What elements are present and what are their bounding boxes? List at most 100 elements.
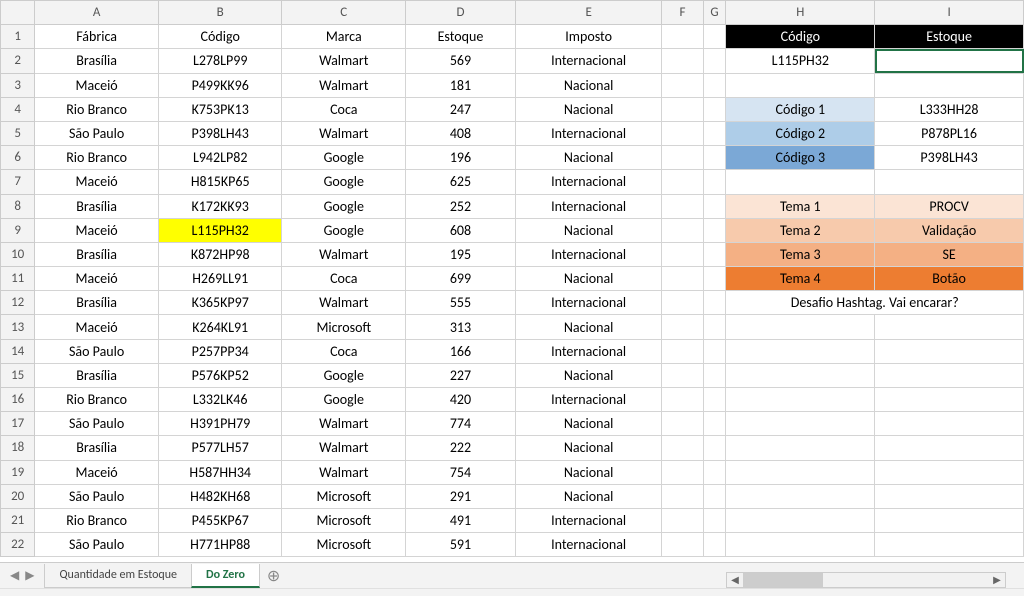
cell-H3[interactable] (726, 73, 875, 97)
cell-G21[interactable] (703, 508, 726, 532)
cell-A16[interactable]: Rio Branco (35, 388, 159, 412)
cell-D6[interactable]: 196 (406, 146, 516, 170)
cell-G16[interactable] (703, 388, 726, 412)
cell-G14[interactable] (703, 339, 726, 363)
cell-E5[interactable]: Internacional (515, 121, 661, 145)
select-all-corner[interactable] (1, 1, 35, 25)
cell-G5[interactable] (703, 121, 726, 145)
cell-E1[interactable]: Imposto (515, 25, 661, 49)
cell-I18[interactable] (875, 436, 1024, 460)
cell-A11[interactable]: Maceió (35, 267, 159, 291)
row-header-17[interactable]: 17 (1, 412, 35, 436)
cell-D17[interactable]: 774 (406, 412, 516, 436)
cell-I4[interactable]: L333HH28 (875, 97, 1024, 121)
cell-D11[interactable]: 699 (406, 267, 516, 291)
cell-D13[interactable]: 313 (406, 315, 516, 339)
cell-D14[interactable]: 166 (406, 339, 516, 363)
cell-B9[interactable]: L115PH32 (158, 218, 282, 242)
cell-G7[interactable] (703, 170, 726, 194)
cell-B11[interactable]: H269LL91 (158, 267, 282, 291)
cell-F3[interactable] (662, 73, 703, 97)
cell-D2[interactable]: 569 (406, 49, 516, 73)
row-header-6[interactable]: 6 (1, 146, 35, 170)
cell-B15[interactable]: P576KP52 (158, 363, 282, 387)
cell-I14[interactable] (875, 339, 1024, 363)
row-header-14[interactable]: 14 (1, 339, 35, 363)
cell-C7[interactable]: Google (282, 170, 406, 194)
cell-G1[interactable] (703, 25, 726, 49)
cell-C13[interactable]: Microsoft (282, 315, 406, 339)
cell-F4[interactable] (662, 97, 703, 121)
cell-C12[interactable]: Walmart (282, 291, 406, 315)
cell-C3[interactable]: Walmart (282, 73, 406, 97)
cell-G13[interactable] (703, 315, 726, 339)
cell-A4[interactable]: Rio Branco (35, 97, 159, 121)
column-header-B[interactable]: B (158, 1, 282, 25)
cell-F8[interactable] (662, 194, 703, 218)
cell-C22[interactable]: Microsoft (282, 533, 406, 557)
row-header-5[interactable]: 5 (1, 121, 35, 145)
cell-G17[interactable] (703, 412, 726, 436)
cell-H14[interactable] (726, 339, 875, 363)
cell-C10[interactable]: Walmart (282, 242, 406, 266)
cell-F5[interactable] (662, 121, 703, 145)
cell-D22[interactable]: 591 (406, 533, 516, 557)
cell-A14[interactable]: São Paulo (35, 339, 159, 363)
cell-F17[interactable] (662, 412, 703, 436)
cell-H17[interactable] (726, 412, 875, 436)
cell-I1[interactable]: Estoque (875, 25, 1024, 49)
sheet-tab-1[interactable]: Do Zero (191, 564, 260, 588)
cell-A7[interactable]: Maceió (35, 170, 159, 194)
cell-B5[interactable]: P398LH43 (158, 121, 282, 145)
cell-G12[interactable] (703, 291, 726, 315)
cell-A10[interactable]: Brasília (35, 242, 159, 266)
cell-C2[interactable]: Walmart (282, 49, 406, 73)
cell-I3[interactable] (875, 73, 1024, 97)
cell-F15[interactable] (662, 363, 703, 387)
cell-A20[interactable]: São Paulo (35, 484, 159, 508)
cell-I2[interactable] (875, 49, 1024, 73)
cell-F10[interactable] (662, 242, 703, 266)
cell-F6[interactable] (662, 146, 703, 170)
cell-B3[interactable]: P499KK96 (158, 73, 282, 97)
cell-G11[interactable] (703, 267, 726, 291)
cell-E13[interactable]: Nacional (515, 315, 661, 339)
cell-F11[interactable] (662, 267, 703, 291)
cell-H12[interactable]: Desafio Hashtag. Vai encarar? (726, 291, 1024, 315)
row-header-2[interactable]: 2 (1, 49, 35, 73)
cell-E6[interactable]: Nacional (515, 146, 661, 170)
cell-G15[interactable] (703, 363, 726, 387)
cell-H9[interactable]: Tema 2 (726, 218, 875, 242)
cell-E7[interactable]: Internacional (515, 170, 661, 194)
cell-F1[interactable] (662, 25, 703, 49)
cell-D7[interactable]: 625 (406, 170, 516, 194)
cell-A6[interactable]: Rio Branco (35, 146, 159, 170)
cell-F19[interactable] (662, 460, 703, 484)
cell-I16[interactable] (875, 388, 1024, 412)
cell-I20[interactable] (875, 484, 1024, 508)
row-header-11[interactable]: 11 (1, 267, 35, 291)
scroll-right-icon[interactable]: ▶ (989, 573, 1005, 587)
cell-H16[interactable] (726, 388, 875, 412)
column-header-H[interactable]: H (726, 1, 875, 25)
cell-E12[interactable]: Internacional (515, 291, 661, 315)
cell-H18[interactable] (726, 436, 875, 460)
row-header-3[interactable]: 3 (1, 73, 35, 97)
cell-B8[interactable]: K172KK93 (158, 194, 282, 218)
cell-H7[interactable] (726, 170, 875, 194)
cell-A12[interactable]: Brasília (35, 291, 159, 315)
cell-E9[interactable]: Nacional (515, 218, 661, 242)
row-header-13[interactable]: 13 (1, 315, 35, 339)
cell-H15[interactable] (726, 363, 875, 387)
row-header-4[interactable]: 4 (1, 97, 35, 121)
tab-nav-prev-icon[interactable]: ◀ (8, 568, 21, 583)
column-header-E[interactable]: E (515, 1, 661, 25)
cell-A21[interactable]: Rio Branco (35, 508, 159, 532)
cell-E20[interactable]: Nacional (515, 484, 661, 508)
grid-area[interactable]: ABCDEFGHI1FábricaCódigoMarcaEstoqueImpos… (0, 0, 1024, 562)
cell-A1[interactable]: Fábrica (35, 25, 159, 49)
cell-I8[interactable]: PROCV (875, 194, 1024, 218)
tab-nav-next-icon[interactable]: ▶ (23, 568, 36, 583)
cell-A18[interactable]: Brasília (35, 436, 159, 460)
cell-H20[interactable] (726, 484, 875, 508)
